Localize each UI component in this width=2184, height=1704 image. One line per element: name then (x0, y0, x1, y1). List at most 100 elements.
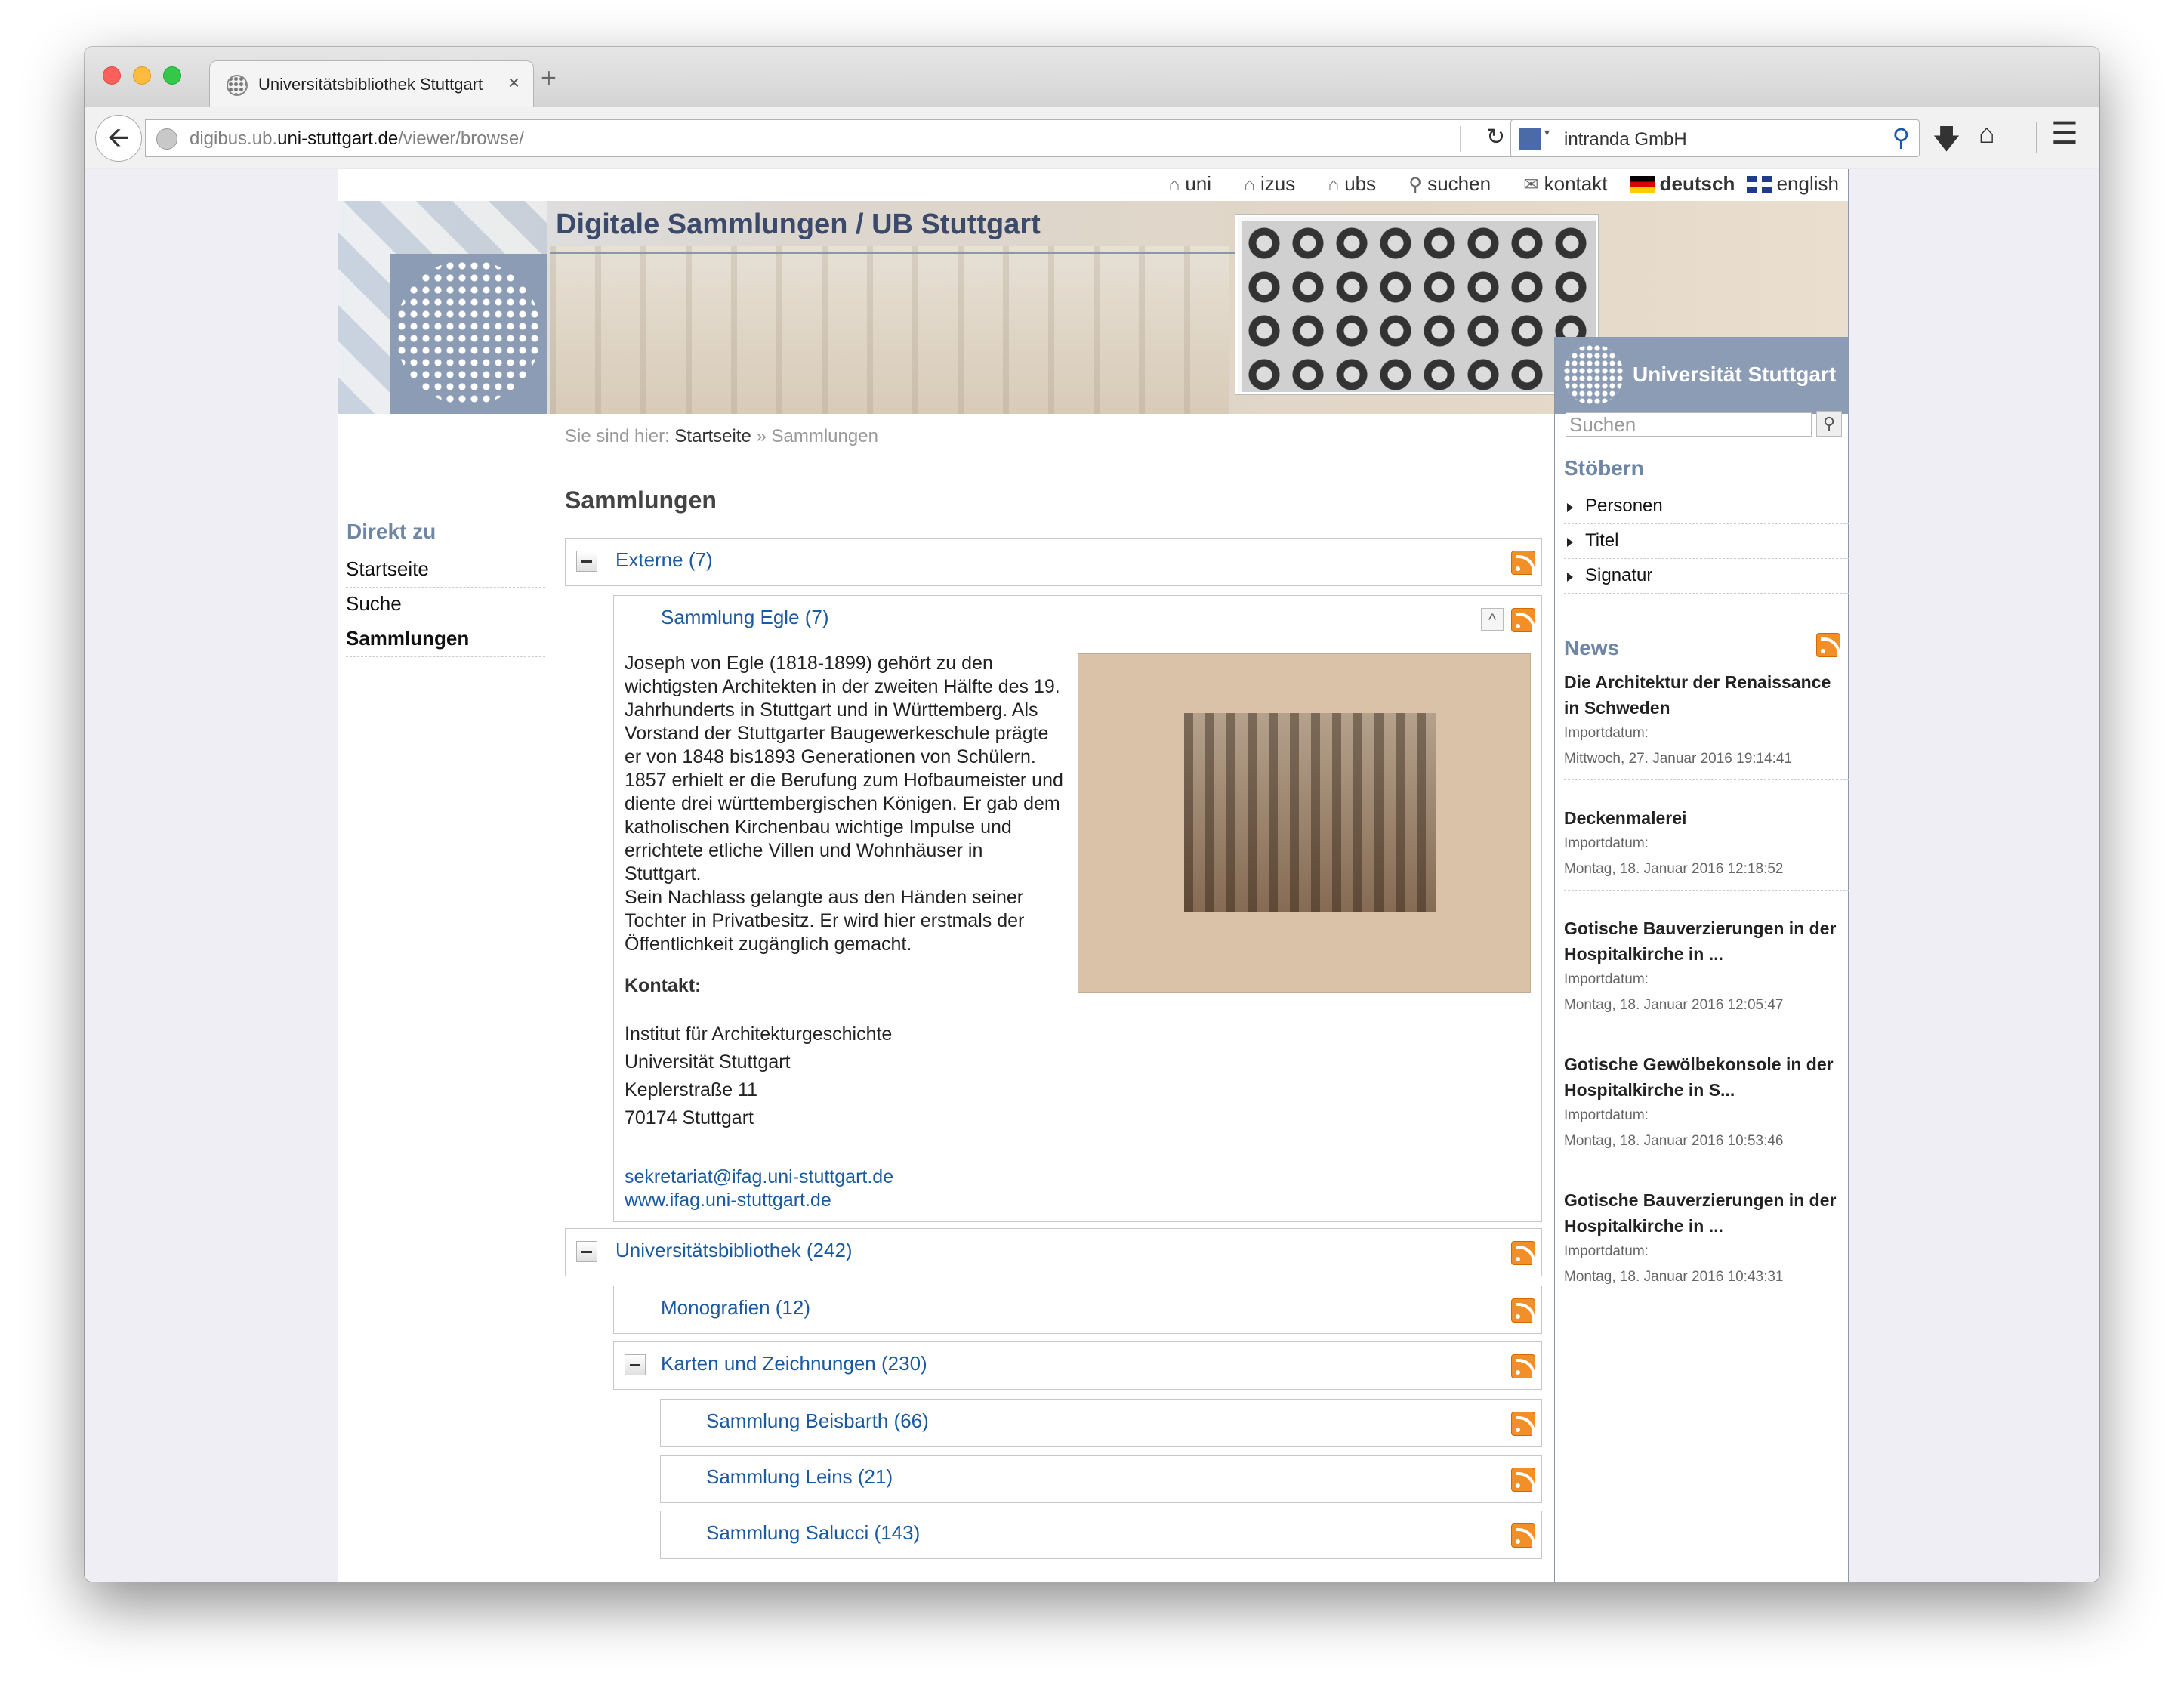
browse-titel[interactable]: Titel (1564, 524, 1849, 559)
breadcrumb-startseite[interactable]: Startseite (674, 426, 751, 446)
browse-personen[interactable]: Personen (1564, 489, 1849, 524)
collapse-toggle[interactable] (576, 551, 597, 572)
search-icon[interactable]: ⚲ (1816, 411, 1842, 437)
rss-icon[interactable] (1816, 633, 1840, 657)
rss-icon[interactable] (1511, 1241, 1535, 1265)
collapse-toggle[interactable] (576, 1241, 597, 1262)
collapse-toggle[interactable] (625, 1354, 646, 1375)
back-button[interactable]: 🡨 (95, 115, 142, 162)
news-title[interactable]: Deckenmalerei (1564, 805, 1849, 831)
home-icon[interactable]: ⌂ (1979, 118, 1995, 150)
collection-externe: Externe (7) (565, 538, 1542, 586)
news-date: Montag, 18. Januar 2016 12:05:47 (1564, 997, 1784, 1013)
browse-signatur[interactable]: Signatur (1564, 559, 1849, 594)
breadcrumb-current: » Sammlungen (756, 426, 878, 446)
news-item: Gotische Bauverzierungen in der Hospital… (1564, 915, 1849, 1026)
site-title[interactable]: Digitale Sammlungen / UB Stuttgart (556, 208, 1041, 241)
news-date: Montag, 18. Januar 2016 10:43:31 (1564, 1269, 1784, 1285)
news-heading: News (1564, 636, 1620, 659)
contact-links: sekretariat@ifag.uni-stuttgart.de www.if… (625, 1165, 893, 1212)
home-icon: ⌂ (1328, 174, 1339, 195)
nav-startseite[interactable]: Startseite (346, 553, 545, 588)
minimize-window-button[interactable] (133, 66, 151, 85)
collection-beisbarth: Sammlung Beisbarth (66) (660, 1399, 1542, 1447)
topnav-suchen[interactable]: ⚲ suchen (1395, 172, 1491, 195)
rss-icon[interactable] (1511, 1298, 1535, 1323)
collection-link-egle[interactable]: Sammlung Egle (7) (661, 606, 829, 629)
reload-icon[interactable]: ↻ (1486, 124, 1505, 150)
search-engine-text[interactable]: intranda GmbH (1564, 129, 1687, 150)
search-engine-icon[interactable] (1519, 128, 1541, 150)
news-date: Montag, 18. Januar 2016 10:53:46 (1564, 1133, 1784, 1149)
topnav-deutsch[interactable]: deutsch (1629, 172, 1735, 195)
collection-monografien: Monografien (12) (613, 1286, 1542, 1334)
browser-window: Universitätsbibliothek Stuttgart × + 🡨 d… (85, 47, 2099, 1582)
rss-icon[interactable] (1511, 1412, 1535, 1436)
german-flag-icon (1629, 176, 1655, 193)
site-search-input[interactable]: Suchen (1566, 412, 1812, 437)
uk-flag-icon (1746, 176, 1772, 193)
collection-link-universitaetsbibliothek[interactable]: Universitätsbibliothek (242) (615, 1239, 853, 1262)
url-text[interactable]: digibus.ub.uni-stuttgart.de/viewer/brows… (190, 128, 524, 150)
contact-email-link[interactable]: sekretariat@ifag.uni-stuttgart.de (625, 1165, 893, 1189)
search-bar[interactable]: ▾ intranda GmbH ⚲ (1510, 119, 1920, 157)
rss-icon[interactable] (1511, 1523, 1535, 1548)
news-item: Die Architektur der Renaissance in Schwe… (1564, 669, 1849, 780)
hamburger-menu-icon[interactable]: ☰ (2051, 116, 2078, 151)
news-title[interactable]: Gotische Gewölbekonsole in der Hospitalk… (1564, 1051, 1849, 1103)
zoom-window-button[interactable] (163, 66, 181, 85)
header-ceiling-photo (1235, 215, 1598, 394)
favicon-icon (227, 75, 248, 96)
rss-icon[interactable] (1511, 1354, 1535, 1378)
news-title[interactable]: Gotische Bauverzierungen in der Hospital… (1564, 915, 1849, 967)
contact-address: Institut für Architekturgeschichte Unive… (625, 1023, 893, 1128)
rss-icon[interactable] (1511, 551, 1535, 575)
rss-icon[interactable] (1511, 608, 1535, 632)
collection-link-externe[interactable]: Externe (7) (615, 548, 713, 572)
nav-sammlungen[interactable]: Sammlungen (346, 622, 545, 657)
university-logo-mark[interactable] (390, 254, 547, 414)
topnav-kontakt[interactable]: ✉ kontakt (1510, 172, 1607, 195)
new-tab-button[interactable]: + (541, 62, 557, 94)
topnav-english[interactable]: english (1746, 172, 1839, 195)
egle-building-photo (1078, 653, 1531, 993)
rss-icon[interactable] (1511, 1468, 1535, 1492)
home-icon: ⌂ (1244, 174, 1255, 195)
egle-description: Joseph von Egle (1818-1899) gehört zu de… (625, 653, 1063, 955)
stoebern-heading: Stöbern (1564, 456, 1644, 480)
collection-egle: Sammlung Egle (7) ^ Joseph von Egle (181… (613, 595, 1542, 1222)
topnav-uni[interactable]: ⌂ uni (1155, 172, 1211, 195)
topnav-izus[interactable]: ⌂ izus (1230, 172, 1295, 195)
collection-link-leins[interactable]: Sammlung Leins (21) (706, 1465, 893, 1489)
nav-suche[interactable]: Suche (346, 588, 545, 622)
collection-link-karten[interactable]: Karten und Zeichnungen (230) (661, 1352, 927, 1375)
collection-link-salucci[interactable]: Sammlung Salucci (143) (706, 1521, 920, 1545)
collection-leins: Sammlung Leins (21) (660, 1455, 1542, 1503)
home-icon: ⌂ (1168, 174, 1180, 195)
page-title: Sammlungen (565, 486, 717, 514)
topnav-ubs[interactable]: ⌂ ubs (1314, 172, 1376, 195)
chevron-down-icon[interactable]: ▾ (1544, 126, 1550, 139)
news-item: Gotische Gewölbekonsole in der Hospitalk… (1564, 1051, 1849, 1162)
collection-link-beisbarth[interactable]: Sammlung Beisbarth (66) (706, 1409, 929, 1433)
contact-web-link[interactable]: www.ifag.uni-stuttgart.de (625, 1189, 893, 1212)
browser-tab[interactable]: Universitätsbibliothek Stuttgart × (209, 60, 534, 108)
collection-link-monografien[interactable]: Monografien (12) (661, 1296, 810, 1320)
news-title[interactable]: Gotische Bauverzierungen in der Hospital… (1564, 1187, 1849, 1239)
direkt-zu-heading: Direkt zu (347, 520, 436, 543)
news-date: Mittwoch, 27. Januar 2016 19:14:41 (1564, 751, 1793, 767)
search-icon[interactable]: ⚲ (1892, 123, 1910, 152)
news-date: Montag, 18. Januar 2016 12:18:52 (1564, 861, 1784, 877)
download-icon[interactable]: 🡇 (1933, 119, 1960, 165)
news-title[interactable]: Die Architektur der Renaissance in Schwe… (1564, 669, 1849, 721)
header-building-image (550, 246, 1229, 414)
tab-bar: Universitätsbibliothek Stuttgart × + (85, 47, 2099, 108)
close-tab-icon[interactable]: × (508, 71, 520, 94)
address-bar[interactable]: digibus.ub.uni-stuttgart.de/viewer/brows… (145, 119, 1542, 157)
chevron-up-icon[interactable]: ^ (1481, 608, 1504, 631)
search-icon: ⚲ (1408, 174, 1422, 195)
news-item: Gotische Bauverzierungen in der Hospital… (1564, 1187, 1849, 1298)
close-window-button[interactable] (103, 66, 121, 85)
left-sidebar: Direkt zu Startseite Suche Sammlungen (338, 414, 548, 1582)
news-item: Deckenmalerei Importdatum: Montag, 18. J… (1564, 805, 1849, 891)
